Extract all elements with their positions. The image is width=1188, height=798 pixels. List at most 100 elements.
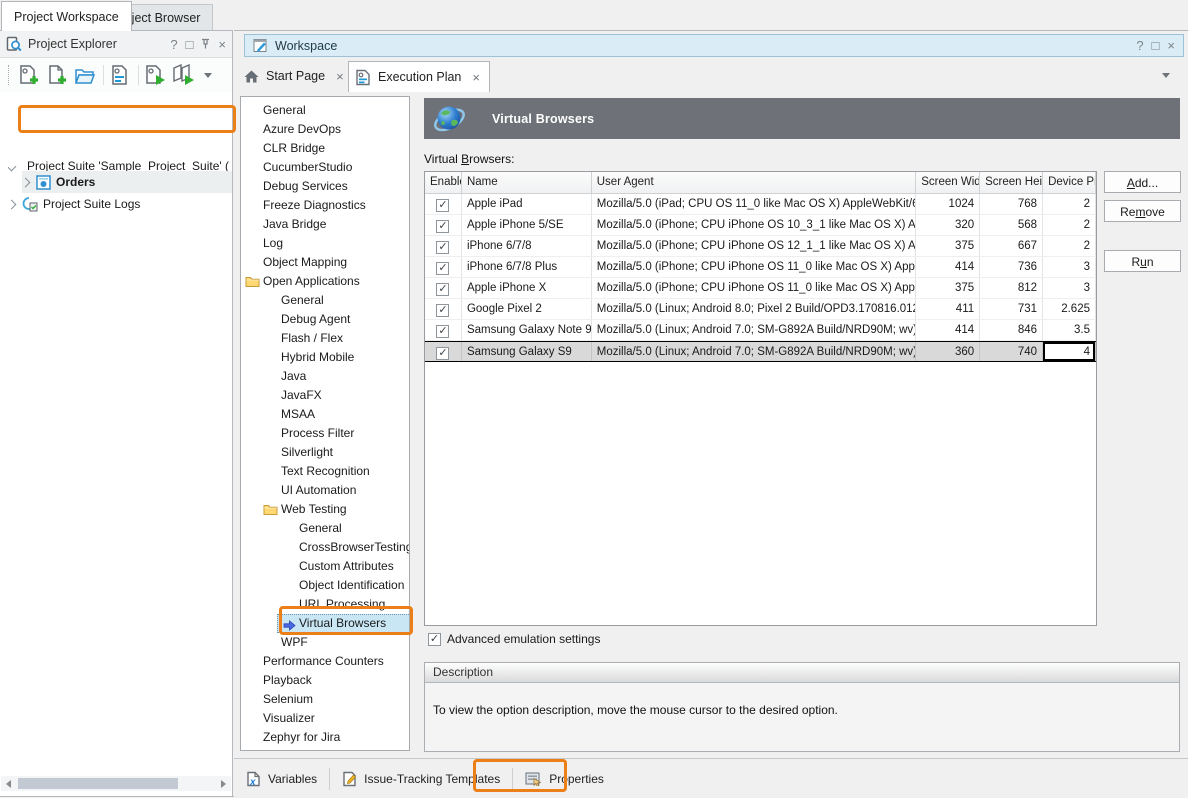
name-cell[interactable]: Apple iPad bbox=[462, 194, 592, 214]
tab-variables[interactable]: x Variables bbox=[234, 766, 329, 792]
settings-nav-item-silverlight[interactable]: Silverlight bbox=[241, 443, 409, 462]
screen-width-cell[interactable]: 375 bbox=[916, 278, 980, 298]
maximize-icon[interactable]: □ bbox=[186, 38, 194, 51]
close-tab-icon[interactable]: × bbox=[333, 69, 347, 84]
column-header-screen-wid[interactable]: Screen Wid bbox=[916, 172, 980, 193]
user-agent-cell[interactable]: Mozilla/5.0 (Linux; Android 7.0; SM-G892… bbox=[592, 320, 916, 340]
screen-width-cell[interactable]: 1024 bbox=[916, 194, 980, 214]
screen-width-cell[interactable]: 414 bbox=[916, 320, 980, 340]
name-cell[interactable]: Apple iPhone 5/SE bbox=[462, 215, 592, 235]
settings-nav-item-wpf[interactable]: WPF bbox=[241, 633, 409, 652]
settings-nav-item-selenium[interactable]: Selenium bbox=[241, 690, 409, 709]
remove-button[interactable]: Remove bbox=[1104, 200, 1181, 222]
device-pixel-cell[interactable]: 2.625 bbox=[1043, 299, 1096, 319]
settings-nav-item-playback[interactable]: Playback bbox=[241, 671, 409, 690]
settings-nav-item-log[interactable]: Log bbox=[241, 234, 409, 253]
tab-start-page[interactable]: Start Page × bbox=[244, 62, 347, 90]
tab-list-dropdown-caret[interactable] bbox=[1162, 73, 1170, 78]
browser-row-apple-iphone-x[interactable]: ✓Apple iPhone XMozilla/5.0 (iPhone; CPU … bbox=[425, 278, 1096, 299]
browser-row-google-pixel-2[interactable]: ✓Google Pixel 2Mozilla/5.0 (Linux; Andro… bbox=[425, 299, 1096, 320]
settings-nav-item-url-processing[interactable]: URL Processing bbox=[241, 595, 409, 614]
name-cell[interactable]: iPhone 6/7/8 bbox=[462, 236, 592, 256]
enable-cell[interactable]: ✓ bbox=[425, 194, 462, 214]
add-project-suite-icon[interactable] bbox=[18, 64, 40, 86]
enable-checkbox[interactable]: ✓ bbox=[436, 262, 449, 275]
screen-height-cell[interactable]: 667 bbox=[980, 236, 1043, 256]
browser-row-iphone-6-7-8-plus[interactable]: ✓ iPhone 6/7/8 PlusMozilla/5.0 (iPhone; C… bbox=[425, 257, 1096, 278]
screen-width-cell[interactable]: 375 bbox=[916, 236, 980, 256]
add-project-item-icon[interactable] bbox=[46, 64, 68, 86]
user-agent-cell[interactable]: Mozilla/5.0 (iPad; CPU OS 11_0 like Mac … bbox=[592, 194, 916, 214]
settings-nav-item-performance-counters[interactable]: Performance Counters bbox=[241, 652, 409, 671]
column-header-screen-heig[interactable]: Screen Heig bbox=[980, 172, 1043, 193]
settings-nav-item-flash-flex[interactable]: Flash / Flex bbox=[241, 329, 409, 348]
settings-nav-item-debug-agent[interactable]: Debug Agent bbox=[241, 310, 409, 329]
screen-width-cell[interactable]: 414 bbox=[916, 257, 980, 277]
settings-nav-item-text-recognition[interactable]: Text Recognition bbox=[241, 462, 409, 481]
settings-nav-item-open-applications[interactable]: Open Applications bbox=[241, 272, 409, 291]
settings-nav-item-java[interactable]: Java bbox=[241, 367, 409, 386]
help-icon[interactable]: ? bbox=[170, 38, 177, 51]
screen-height-cell[interactable]: 812 bbox=[980, 278, 1043, 298]
add-button[interactable]: Add... bbox=[1104, 171, 1181, 193]
column-header-name[interactable]: Name bbox=[462, 172, 592, 193]
horizontal-scrollbar[interactable] bbox=[1, 776, 231, 791]
browser-row-apple-ipad[interactable]: ✓ Apple iPadMozilla/5.0 (iPad; CPU OS 11_… bbox=[425, 194, 1096, 215]
tree-item-project-suite-logs[interactable]: Project Suite Logs bbox=[8, 196, 230, 212]
settings-nav-item-azure-devops[interactable]: Azure DevOps bbox=[241, 120, 409, 139]
settings-nav-item-java-bridge[interactable]: Java Bridge bbox=[241, 215, 409, 234]
enable-cell[interactable]: ✓ bbox=[425, 342, 462, 361]
name-cell[interactable]: Samsung Galaxy Note 9 bbox=[462, 320, 592, 340]
advanced-emulation-checkbox[interactable]: ✓ bbox=[428, 633, 441, 646]
settings-nav-item-clr-bridge[interactable]: CLR Bridge bbox=[241, 139, 409, 158]
virtual-browsers-table[interactable]: EnableNameUser AgentScreen WidScreen Hei… bbox=[424, 171, 1097, 626]
settings-nav-item-general[interactable]: General bbox=[241, 519, 409, 538]
close-tab-icon[interactable]: × bbox=[469, 70, 483, 85]
user-agent-cell[interactable]: Mozilla/5.0 (iPhone; CPU iPhone OS 11_0 … bbox=[592, 278, 916, 298]
device-pixel-cell[interactable]: 3 bbox=[1043, 278, 1096, 298]
settings-nav-item-javafx[interactable]: JavaFX bbox=[241, 386, 409, 405]
enable-checkbox[interactable]: ✓ bbox=[436, 241, 449, 254]
close-icon[interactable]: × bbox=[1167, 39, 1175, 52]
screen-height-cell[interactable]: 568 bbox=[980, 215, 1043, 235]
close-icon[interactable]: × bbox=[218, 38, 226, 51]
device-pixel-cell[interactable]: 3 bbox=[1043, 257, 1096, 277]
screen-height-cell[interactable]: 731 bbox=[980, 299, 1043, 319]
scroll-left-arrow-icon[interactable] bbox=[6, 780, 11, 788]
name-cell[interactable]: Apple iPhone X bbox=[462, 278, 592, 298]
settings-nav-item-custom-attributes[interactable]: Custom Attributes bbox=[241, 557, 409, 576]
enable-checkbox[interactable]: ✓ bbox=[436, 199, 449, 212]
expander-closed-icon[interactable] bbox=[8, 199, 16, 209]
enable-cell[interactable]: ✓ bbox=[425, 236, 462, 256]
screen-width-cell[interactable]: 360 bbox=[916, 342, 980, 361]
user-agent-cell[interactable]: Mozilla/5.0 (iPhone; CPU iPhone OS 11_0 … bbox=[592, 257, 916, 277]
browser-row-apple-iphone-5-se[interactable]: ✓Apple iPhone 5/SEMozilla/5.0 (iPhone; C… bbox=[425, 215, 1096, 236]
user-agent-cell[interactable]: Mozilla/5.0 (Linux; Android 8.0; Pixel 2… bbox=[592, 299, 916, 319]
screen-width-cell[interactable]: 411 bbox=[916, 299, 980, 319]
name-cell[interactable]: Google Pixel 2 bbox=[462, 299, 592, 319]
name-cell[interactable]: iPhone 6/7/8 Plus bbox=[462, 257, 592, 277]
tab-properties[interactable]: Properties bbox=[513, 766, 616, 792]
scroll-right-arrow-icon[interactable] bbox=[221, 780, 226, 788]
tab-issue-tracking-templates[interactable]: Issue-Tracking Templates bbox=[330, 766, 512, 792]
settings-nav-item-virtual-browsers[interactable]: Virtual Browsers bbox=[277, 614, 410, 633]
screen-height-cell[interactable]: 768 bbox=[980, 194, 1043, 214]
enable-checkbox[interactable]: ✓ bbox=[436, 220, 449, 233]
enable-checkbox[interactable]: ✓ bbox=[436, 325, 449, 338]
enable-cell[interactable]: ✓ bbox=[425, 278, 462, 298]
enable-cell[interactable]: ✓ bbox=[425, 215, 462, 235]
settings-nav-item-ui-automation[interactable]: UI Automation bbox=[241, 481, 409, 500]
enable-cell[interactable]: ✓ bbox=[425, 299, 462, 319]
settings-nav-item-msaa[interactable]: MSAA bbox=[241, 405, 409, 424]
pin-icon[interactable] bbox=[201, 38, 210, 51]
device-pixel-cell[interactable]: 2 bbox=[1043, 194, 1096, 214]
device-pixel-cell[interactable]: 4 bbox=[1043, 342, 1096, 361]
screen-height-cell[interactable]: 736 bbox=[980, 257, 1043, 277]
device-pixel-cell[interactable]: 3.5 bbox=[1043, 320, 1096, 340]
settings-nav-item-process-filter[interactable]: Process Filter bbox=[241, 424, 409, 443]
tab-execution-plan[interactable]: Execution Plan × bbox=[348, 61, 490, 92]
settings-nav-item-general[interactable]: General bbox=[241, 291, 409, 310]
maximize-icon[interactable]: □ bbox=[1152, 39, 1160, 52]
scrollbar-thumb[interactable] bbox=[18, 778, 178, 789]
expander-closed-icon[interactable] bbox=[22, 177, 30, 187]
